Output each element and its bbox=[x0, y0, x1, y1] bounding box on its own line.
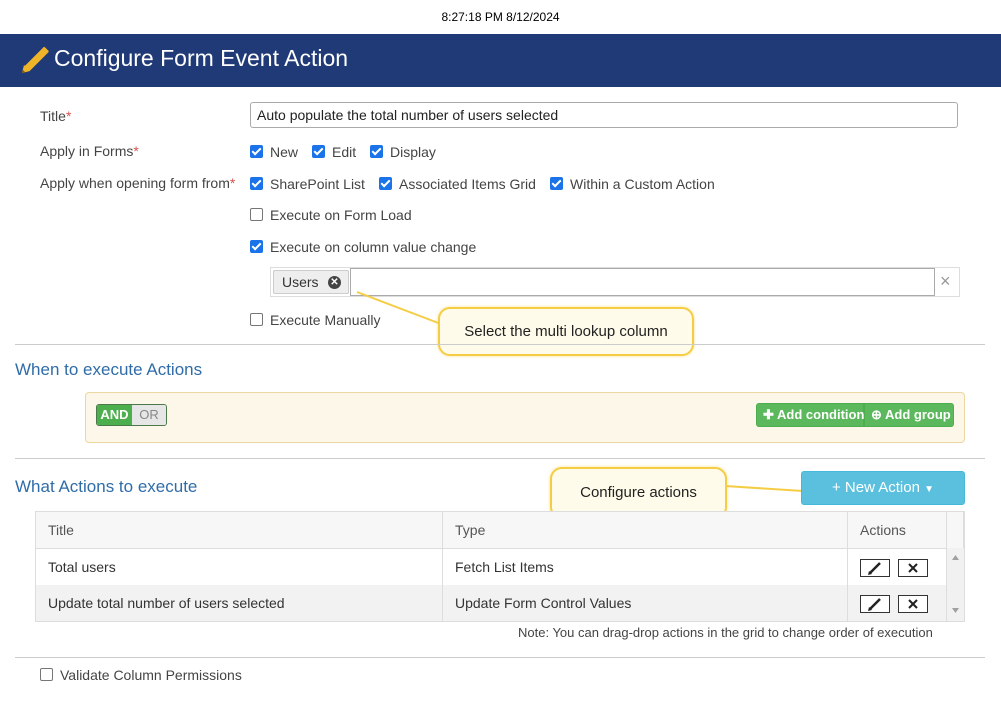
caret-down-icon: ▼ bbox=[924, 484, 935, 495]
delete-action-button[interactable] bbox=[898, 559, 928, 577]
execute-manually-checkbox[interactable] bbox=[250, 313, 263, 326]
edit-icon bbox=[868, 562, 881, 575]
and-or-toggle[interactable]: AND OR bbox=[96, 404, 167, 426]
what-section-title: What Actions to execute bbox=[15, 477, 198, 496]
and-option[interactable]: AND bbox=[97, 405, 132, 425]
apply-when-label: Apply when opening form from* bbox=[40, 175, 236, 191]
divider bbox=[15, 344, 985, 345]
chip-label: Users bbox=[282, 274, 319, 290]
divider bbox=[15, 458, 985, 459]
display-form-checkbox[interactable] bbox=[370, 145, 383, 158]
grid-note: Note: You can drag-drop actions in the g… bbox=[518, 625, 933, 640]
edit-form-checkbox[interactable] bbox=[312, 145, 325, 158]
plus-icon: + bbox=[831, 479, 841, 496]
delete-action-button[interactable] bbox=[898, 595, 928, 613]
new-form-label: New bbox=[270, 144, 299, 160]
display-form-label: Display bbox=[390, 144, 436, 160]
add-condition-label: Add condition bbox=[777, 407, 865, 422]
associated-items-grid-checkbox[interactable] bbox=[379, 177, 392, 190]
grid-scrollbar[interactable] bbox=[947, 548, 964, 621]
edit-action-button[interactable] bbox=[860, 595, 890, 613]
timestamp: 8:27:18 PM 8/12/2024 bbox=[441, 10, 560, 24]
execute-on-load-checkbox[interactable] bbox=[250, 208, 263, 221]
callout-pointer-line bbox=[356, 291, 442, 325]
when-section-title: When to execute Actions bbox=[15, 360, 203, 379]
validate-permissions-checkbox[interactable] bbox=[40, 668, 53, 681]
execute-on-change-label: Execute on column value change bbox=[270, 239, 477, 255]
execute-on-load-label: Execute on Form Load bbox=[270, 207, 412, 223]
column-header-type: Type bbox=[443, 512, 848, 548]
execute-on-change-checkbox[interactable] bbox=[250, 240, 263, 253]
or-option[interactable]: OR bbox=[132, 405, 166, 425]
pencil-icon bbox=[22, 46, 49, 73]
delete-icon bbox=[908, 563, 918, 573]
column-header-actions: Actions bbox=[848, 512, 947, 548]
column-header-title: Title bbox=[36, 512, 443, 548]
add-condition-button[interactable]: ✚ Add condition bbox=[756, 403, 864, 427]
plus-icon: ✚ bbox=[763, 407, 774, 422]
title-input[interactable] bbox=[250, 102, 958, 128]
new-action-label: New Action bbox=[844, 479, 920, 496]
apply-in-forms-label: Apply in Forms* bbox=[40, 143, 139, 159]
title-label: Title* bbox=[40, 108, 72, 124]
validate-permissions-label: Validate Column Permissions bbox=[60, 667, 242, 683]
edit-action-button[interactable] bbox=[860, 559, 890, 577]
lookup-callout: Select the multi lookup column bbox=[438, 307, 694, 356]
callout-pointer-line bbox=[725, 485, 804, 492]
sharepoint-list-checkbox[interactable] bbox=[250, 177, 263, 190]
divider bbox=[15, 657, 985, 658]
new-form-checkbox[interactable] bbox=[250, 145, 263, 158]
grid-header-spacer bbox=[947, 512, 964, 548]
associated-items-grid-label: Associated Items Grid bbox=[399, 176, 536, 192]
sharepoint-list-label: SharePoint List bbox=[270, 176, 365, 192]
clear-selection-icon[interactable]: × bbox=[940, 271, 951, 292]
scroll-arrows-icon bbox=[952, 555, 959, 613]
delete-icon bbox=[908, 599, 918, 609]
table-row-type[interactable]: Update Form Control Values bbox=[443, 585, 848, 621]
custom-action-label: Within a Custom Action bbox=[570, 176, 715, 192]
selected-column-chip: Users ✕ bbox=[273, 270, 349, 294]
table-row-title[interactable]: Total users bbox=[36, 549, 443, 585]
remove-chip-icon[interactable]: ✕ bbox=[328, 276, 341, 289]
dialog-header: Configure Form Event Action bbox=[0, 34, 1001, 87]
add-group-label: Add group bbox=[885, 407, 951, 422]
table-row-type[interactable]: Fetch List Items bbox=[443, 549, 848, 585]
edit-form-label: Edit bbox=[332, 144, 357, 160]
page-title: Configure Form Event Action bbox=[54, 45, 349, 71]
table-row-title[interactable]: Update total number of users selected bbox=[36, 585, 443, 621]
new-action-button[interactable]: + New Action ▼ bbox=[801, 471, 965, 505]
custom-action-checkbox[interactable] bbox=[550, 177, 563, 190]
add-group-button[interactable]: ⊕ Add group bbox=[864, 403, 954, 427]
edit-icon bbox=[868, 598, 881, 611]
plus-circle-icon: ⊕ bbox=[871, 407, 882, 422]
